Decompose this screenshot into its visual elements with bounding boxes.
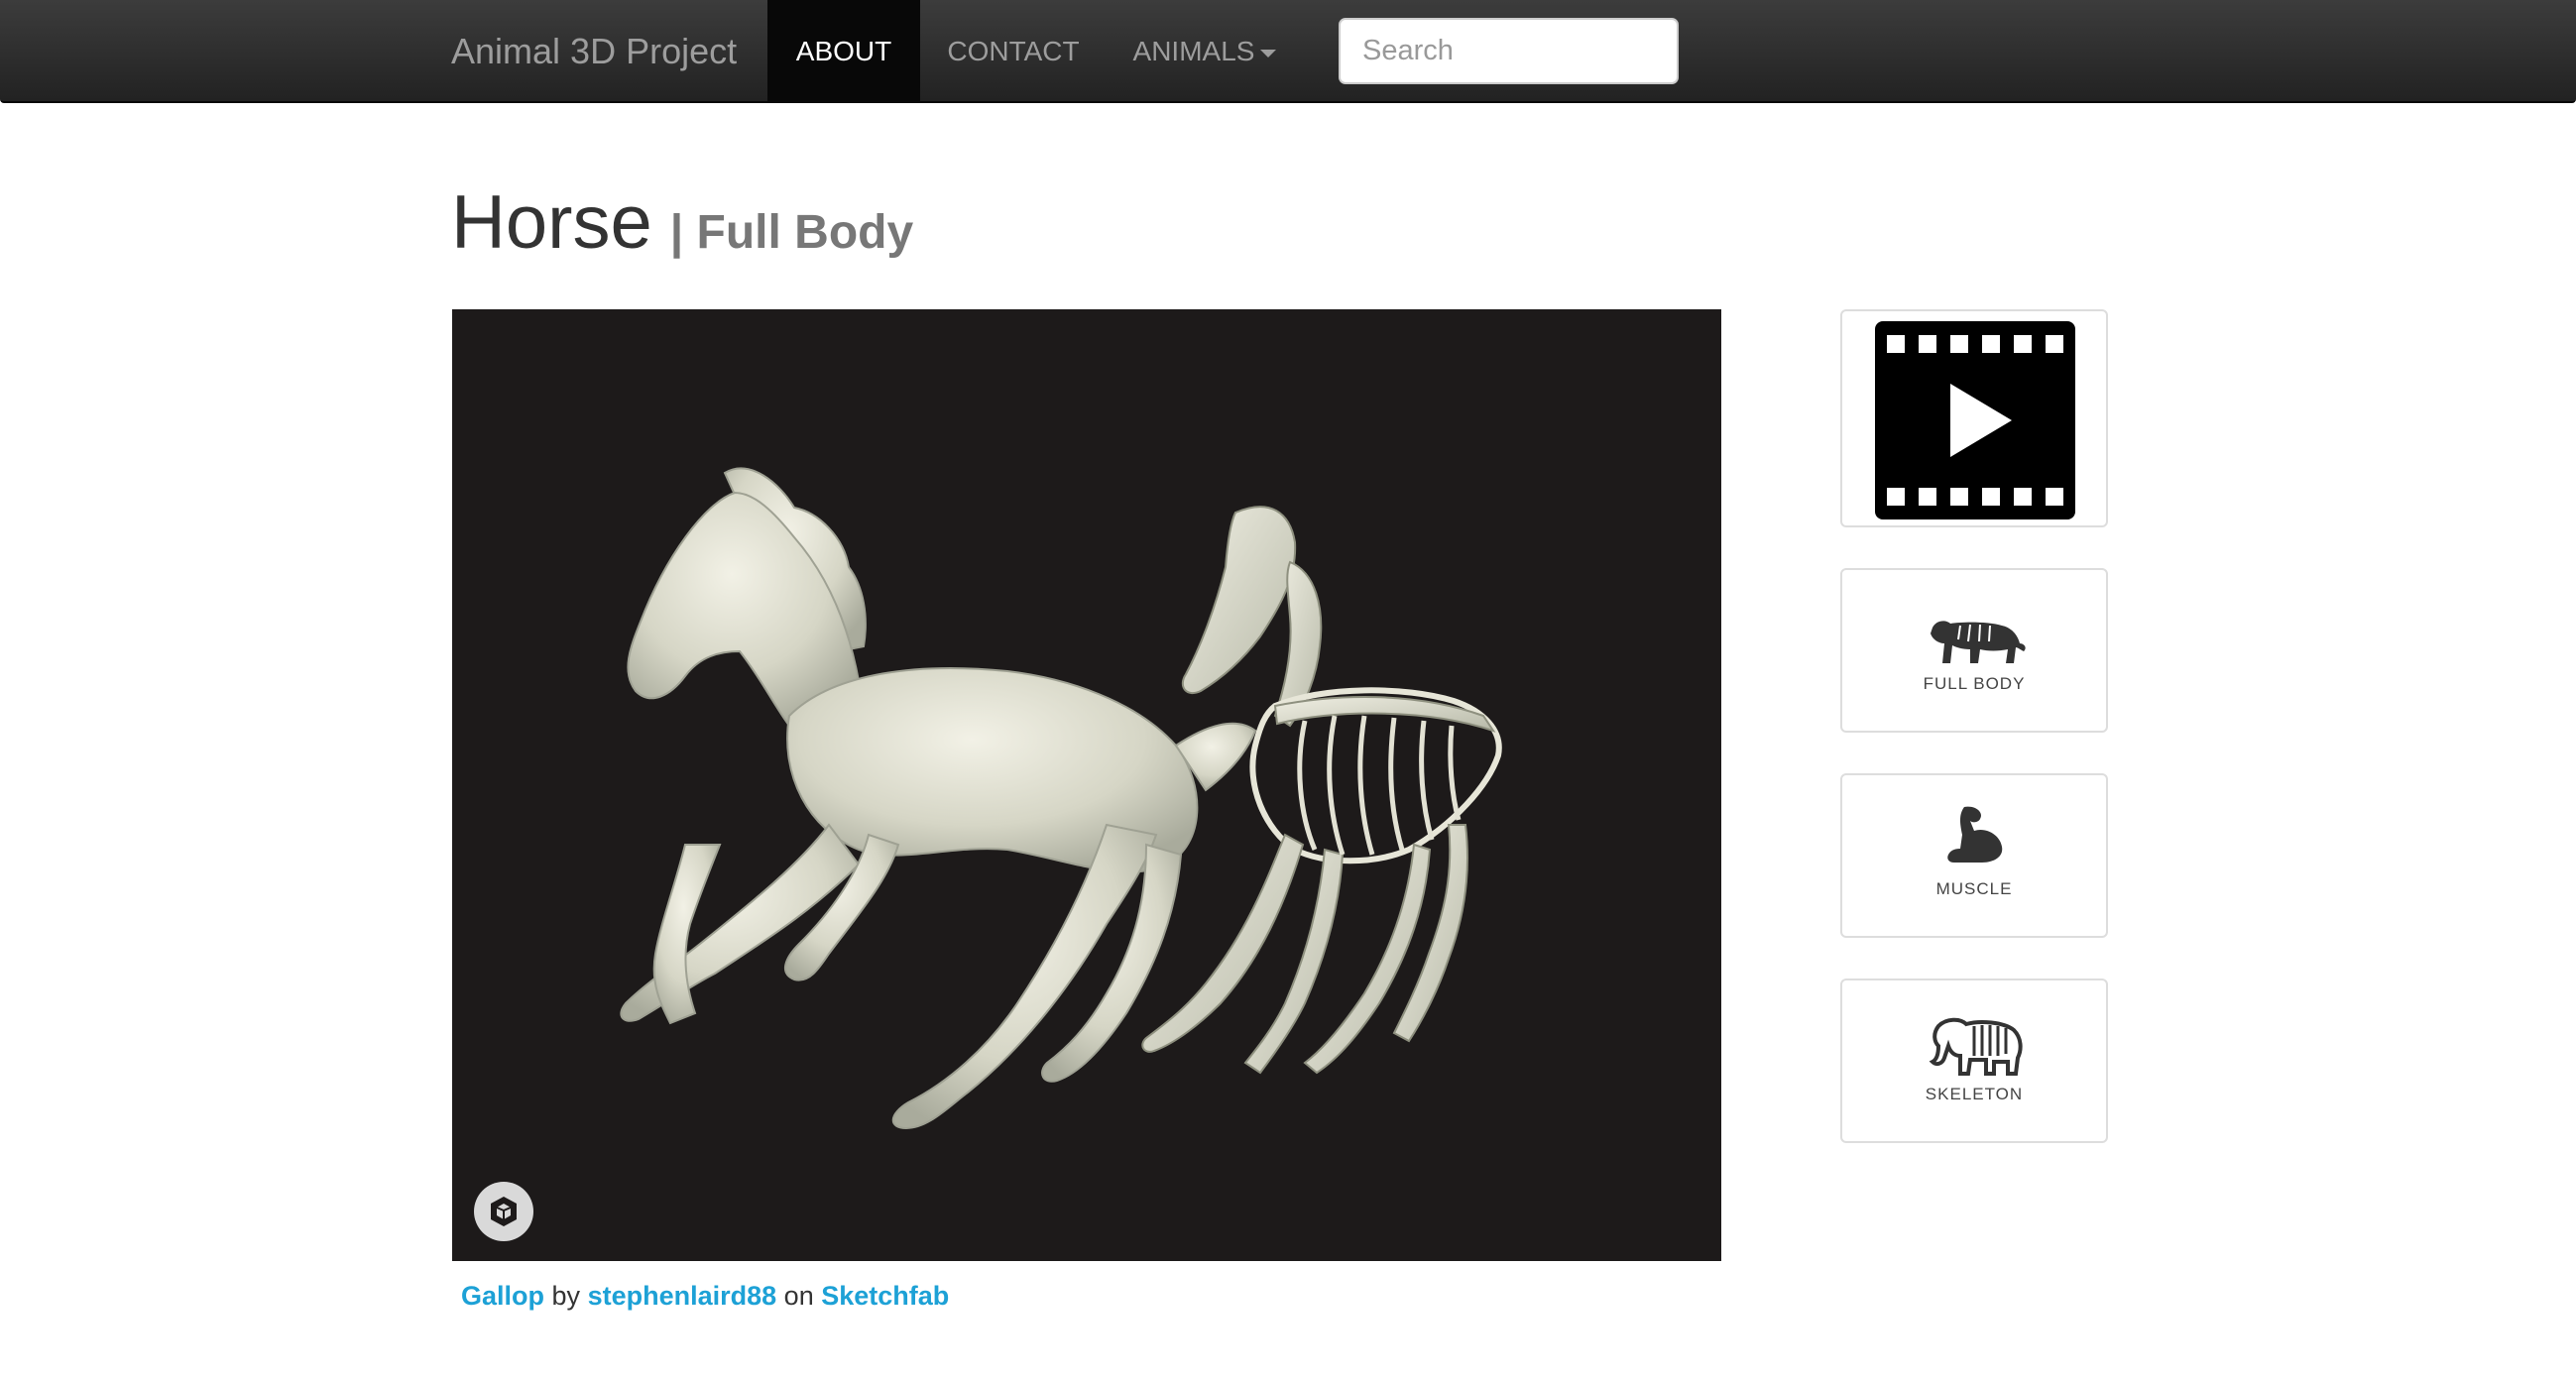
model-credit: Gallop by stephenlaird88 on Sketchfab	[461, 1281, 949, 1312]
full-body-tile[interactable]: FULL BODY	[1840, 568, 2108, 733]
nav-contact[interactable]: CONTACT	[922, 0, 1105, 101]
model-viewer[interactable]	[452, 309, 1721, 1261]
credit-on: on	[783, 1281, 814, 1311]
nav-contact-label: CONTACT	[947, 36, 1080, 66]
top-navbar: Animal 3D Project ABOUT CONTACT ANIMALS	[0, 0, 2576, 103]
muscle-tile[interactable]: MUSCLE	[1840, 773, 2108, 938]
search-input[interactable]	[1339, 18, 1679, 84]
site-link[interactable]: Sketchfab	[821, 1281, 949, 1311]
model-link[interactable]: Gallop	[461, 1281, 544, 1311]
view-subtitle: | Full Body	[669, 206, 914, 259]
nav-about-label: ABOUT	[795, 36, 892, 66]
sketchfab-logo-icon	[491, 1197, 517, 1226]
full-body-label: FULL BODY	[1923, 674, 2026, 693]
skeleton-tile[interactable]: SKELETON	[1840, 979, 2108, 1143]
skeleton-label: SKELETON	[1925, 1085, 2024, 1103]
horse-model-render	[620, 467, 1502, 1130]
flexed-arm-icon	[1947, 806, 2003, 863]
brand-link[interactable]: Animal 3D Project	[451, 0, 737, 103]
caret-down-icon	[1260, 49, 1277, 58]
nav-animals-dropdown[interactable]: ANIMALS	[1120, 0, 1289, 101]
author-link[interactable]: stephenlaird88	[588, 1281, 777, 1311]
nav-about[interactable]: ABOUT	[767, 0, 920, 101]
sketchfab-badge[interactable]	[474, 1182, 533, 1241]
tiger-icon	[1931, 621, 2026, 663]
credit-by: by	[551, 1281, 581, 1311]
muscle-label: MUSCLE	[1935, 879, 2013, 898]
elephant-skeleton-icon	[1929, 1017, 2023, 1076]
animal-name: Horse	[451, 180, 652, 265]
video-play-icon	[1875, 321, 2075, 519]
page-title: Horse | Full Body	[451, 178, 913, 268]
nav-animals-label: ANIMALS	[1132, 36, 1255, 66]
video-tile[interactable]	[1840, 309, 2108, 527]
